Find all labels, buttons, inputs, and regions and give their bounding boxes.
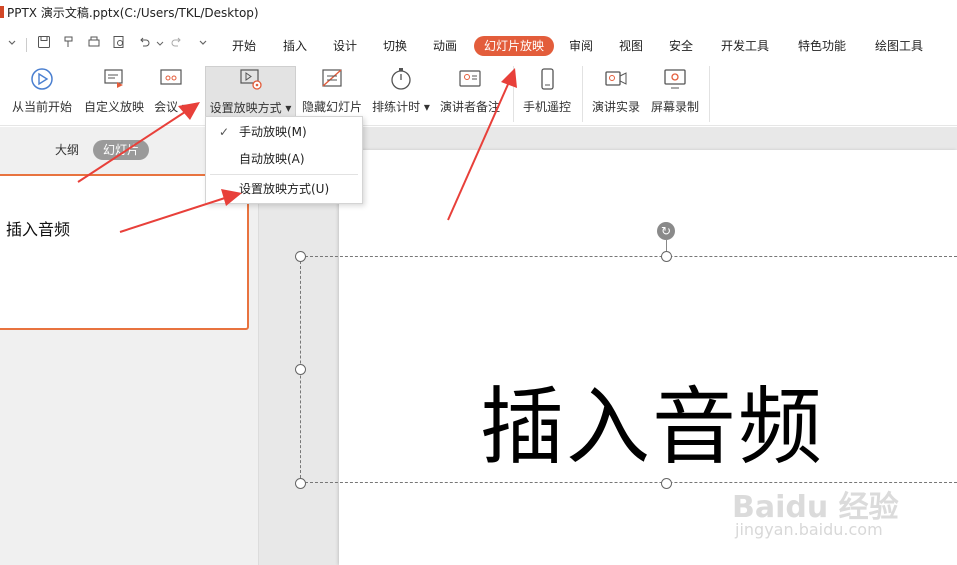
setup-show-dropdown: ✓ 手动放映(M) 自动放映(A) 设置放映方式(U) bbox=[205, 116, 363, 204]
custom-show-icon bbox=[104, 69, 123, 88]
from-current-button[interactable]: 从当前开始 bbox=[10, 66, 74, 122]
play-icon bbox=[31, 68, 53, 90]
window-title: PPTX 演示文稿.pptx(C:/Users/TKL/Desktop) bbox=[7, 6, 259, 20]
tab-features[interactable]: 特色功能 bbox=[798, 36, 846, 56]
setup-show-button[interactable]: 设置放映方式 ▾ bbox=[205, 66, 296, 122]
print-icon[interactable] bbox=[84, 35, 104, 55]
tab-review[interactable]: 审阅 bbox=[569, 36, 593, 56]
divider bbox=[26, 38, 27, 52]
tab-animations[interactable]: 动画 bbox=[433, 36, 457, 56]
menu-item-manual-show[interactable]: ✓ 手动放映(M) bbox=[206, 120, 362, 144]
custom-show-label: 自定义放映 bbox=[83, 100, 144, 114]
ribbon-divider bbox=[582, 66, 583, 122]
custom-show-button[interactable]: 自定义放映 bbox=[82, 66, 146, 122]
ribbon: 从当前开始 自定义放映 会议 ▾ 设置放映方式 ▾ 隐藏幻灯片 排练计时 ▾ 演… bbox=[0, 60, 957, 126]
video-camera-icon bbox=[605, 71, 627, 86]
tab-slideshow[interactable]: 幻灯片放映 bbox=[474, 36, 555, 56]
tab-home[interactable]: 开始 bbox=[232, 36, 256, 56]
menu-item-label: 手动放映(M) bbox=[239, 125, 307, 139]
hide-slide-button[interactable]: 隐藏幻灯片 bbox=[300, 66, 364, 122]
slide-title[interactable]: 插入音频 bbox=[480, 360, 824, 481]
screen-record-button[interactable]: 屏幕录制 bbox=[648, 66, 702, 122]
tab-design[interactable]: 设计 bbox=[333, 36, 357, 56]
checkmark-icon: ✓ bbox=[219, 125, 230, 139]
customize-toolbar-icon[interactable] bbox=[193, 35, 213, 55]
hide-slide-label: 隐藏幻灯片 bbox=[301, 100, 362, 114]
presenter-notes-label: 演讲者备注 bbox=[439, 100, 500, 114]
menu-item-setup-show[interactable]: 设置放映方式(U) bbox=[206, 177, 362, 201]
resize-handle[interactable] bbox=[295, 478, 306, 489]
chevron-down-icon[interactable] bbox=[2, 35, 22, 55]
title-bar: PPTX 演示文稿.pptx(C:/Users/TKL/Desktop) bbox=[0, 0, 957, 26]
menu-divider bbox=[210, 174, 358, 175]
thumbnail-title: 插入音频 bbox=[6, 220, 71, 239]
menu-bar: 开始 插入 设计 切换 动画 幻灯片放映 审阅 视图 安全 开发工具 特色功能 … bbox=[0, 32, 957, 58]
meeting-icon bbox=[160, 69, 182, 85]
rehearse-button[interactable]: 排练计时 ▾ bbox=[371, 66, 431, 122]
resize-handle[interactable] bbox=[295, 251, 306, 262]
setup-show-label: 设置放映方式 ▾ bbox=[209, 101, 292, 115]
screen-record-icon bbox=[664, 69, 686, 89]
record-narration-button[interactable]: 演讲实录 bbox=[589, 66, 643, 122]
phone-remote-button[interactable]: 手机遥控 bbox=[520, 66, 574, 122]
app-icon bbox=[0, 6, 4, 18]
from-current-label: 从当前开始 bbox=[11, 100, 72, 114]
tab-slides[interactable]: 幻灯片 bbox=[93, 140, 150, 160]
menu-item-label: 自动放映(A) bbox=[239, 152, 305, 166]
phone-icon bbox=[541, 68, 554, 90]
resize-handle[interactable] bbox=[295, 364, 306, 375]
watermark-url: jingyan.baidu.com bbox=[735, 520, 883, 539]
menu-item-label: 设置放映方式(U) bbox=[239, 182, 330, 196]
tab-outline[interactable]: 大纲 bbox=[55, 140, 79, 160]
resize-handle[interactable] bbox=[661, 251, 672, 262]
tab-view[interactable]: 视图 bbox=[619, 36, 643, 56]
print-preview-icon[interactable] bbox=[109, 35, 129, 55]
ribbon-divider bbox=[513, 66, 514, 122]
stopwatch-icon bbox=[391, 68, 411, 90]
hide-slide-icon bbox=[322, 69, 342, 87]
setup-show-icon bbox=[239, 69, 262, 90]
tab-developer[interactable]: 开发工具 bbox=[721, 36, 769, 56]
meeting-label: 会议 ▾ bbox=[154, 100, 188, 114]
screen-record-label: 屏幕录制 bbox=[650, 100, 699, 114]
redo-icon[interactable] bbox=[167, 35, 187, 55]
phone-remote-label: 手机遥控 bbox=[522, 100, 571, 114]
tab-security[interactable]: 安全 bbox=[669, 36, 693, 56]
save-icon[interactable] bbox=[34, 35, 54, 55]
record-narration-label: 演讲实录 bbox=[591, 100, 640, 114]
presenter-notes-button[interactable]: 演讲者备注 bbox=[439, 66, 501, 122]
tab-insert[interactable]: 插入 bbox=[283, 36, 307, 56]
format-painter-icon[interactable] bbox=[59, 35, 79, 55]
meeting-button[interactable]: 会议 ▾ bbox=[152, 66, 190, 122]
ribbon-divider bbox=[709, 66, 710, 122]
tab-drawing-tools[interactable]: 绘图工具 bbox=[875, 36, 923, 56]
menu-item-auto-show[interactable]: 自动放映(A) bbox=[206, 147, 362, 171]
rehearse-label: 排练计时 ▾ bbox=[372, 100, 430, 114]
rotate-handle-icon[interactable]: ↻ bbox=[657, 222, 675, 240]
tab-transitions[interactable]: 切换 bbox=[383, 36, 407, 56]
presenter-notes-icon bbox=[459, 70, 481, 87]
